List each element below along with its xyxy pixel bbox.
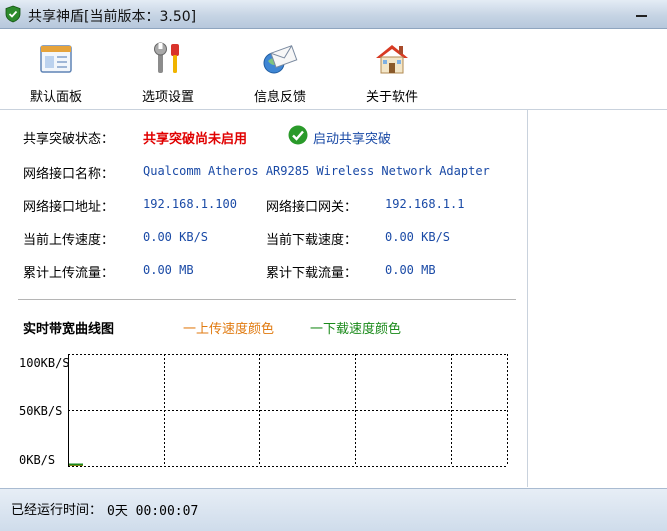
- runtime-label: 已经运行时间：: [11, 503, 103, 518]
- shield-logo-icon: [5, 5, 21, 23]
- toolbar-label: 信息反馈: [253, 90, 306, 105]
- toolbar: 默认面板 选项设置 信息反馈 关于软件: [0, 29, 667, 110]
- toolbar-label: 默认面板: [29, 90, 82, 105]
- interface-gateway-label: 网络接口网关：: [266, 200, 358, 215]
- chart-title: 实时带宽曲线图: [23, 322, 115, 337]
- interface-name-value: Qualcomm Atheros AR9285 Wireless Network…: [143, 164, 490, 178]
- total-upload-value: 0.00 MB: [143, 263, 194, 277]
- divider: [18, 299, 516, 300]
- toolbar-default-panel-button[interactable]: 默认面板: [6, 29, 106, 107]
- y-tick-label: 100KB/S: [19, 356, 70, 370]
- minimize-button[interactable]: [628, 6, 654, 22]
- tools-settings-icon: [154, 42, 179, 73]
- share-status-value: 共享突破尚未启用: [143, 132, 248, 147]
- toolbar-feedback-button[interactable]: 信息反馈: [230, 29, 330, 107]
- mail-feedback-icon: [263, 45, 298, 74]
- total-upload-label: 累计上传流量：: [23, 266, 115, 281]
- house-about-icon: [376, 45, 408, 74]
- interface-name-label: 网络接口名称：: [23, 167, 115, 182]
- runtime-value: 0天 00:00:07: [107, 504, 199, 519]
- download-speed-value: 0.00 KB/S: [385, 230, 451, 244]
- total-download-label: 累计下载流量：: [266, 266, 358, 281]
- toolbar-settings-button[interactable]: 选项设置: [118, 29, 218, 107]
- y-tick-label: 50KB/S: [19, 404, 63, 418]
- side-panel: [528, 110, 667, 487]
- window-title: 共享神盾[当前版本：3.50]: [28, 9, 197, 25]
- toolbar-about-button[interactable]: 关于软件: [342, 29, 442, 107]
- interface-gateway-value: 192.168.1.1: [385, 197, 465, 211]
- title-bar[interactable]: 共享神盾[当前版本：3.50]: [0, 0, 667, 29]
- green-check-icon[interactable]: [288, 125, 308, 145]
- enable-share-button[interactable]: 启动共享突破: [313, 128, 391, 147]
- main-panel: 共享突破状态： 共享突破尚未启用 启动共享突破 网络接口名称： Qualcomm…: [0, 110, 528, 487]
- y-tick-label: 0KB/S: [19, 453, 56, 467]
- panel-window-icon: [40, 45, 72, 73]
- interface-address-label: 网络接口地址：: [23, 200, 115, 215]
- total-download-value: 0.00 MB: [385, 263, 436, 277]
- share-status-label: 共享突破状态：: [23, 132, 115, 147]
- status-bar: 已经运行时间： 0天 00:00:07: [0, 488, 667, 531]
- legend-upload: 一上传速度颜色: [183, 322, 275, 337]
- toolbar-label: 选项设置: [141, 90, 194, 105]
- legend-download: 一下载速度颜色: [310, 322, 402, 337]
- interface-address-value: 192.168.1.100: [143, 197, 237, 211]
- upload-speed-label: 当前上传速度：: [23, 233, 115, 248]
- bandwidth-chart: [68, 354, 508, 467]
- toolbar-label: 关于软件: [365, 90, 418, 105]
- download-speed-label: 当前下载速度：: [266, 233, 358, 248]
- upload-speed-value: 0.00 KB/S: [143, 230, 209, 244]
